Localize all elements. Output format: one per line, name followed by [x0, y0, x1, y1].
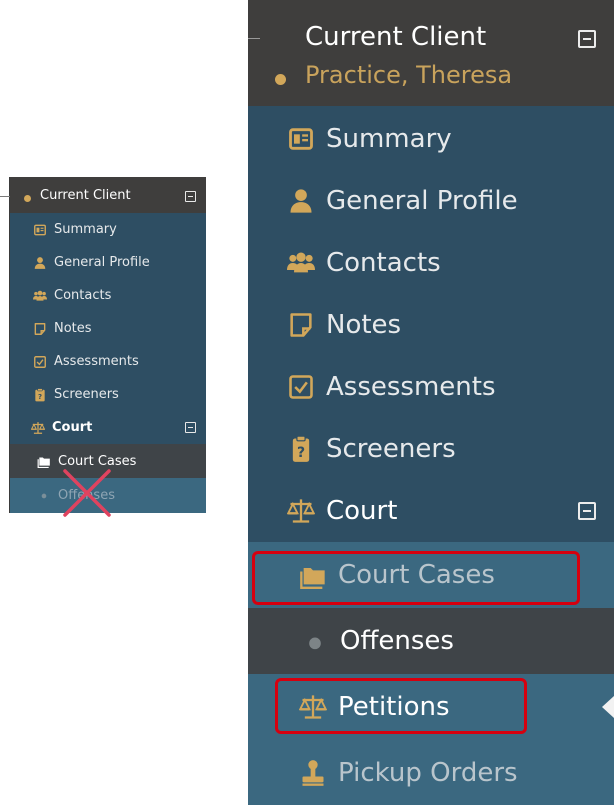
small-item-notes[interactable]: Notes [10, 312, 206, 345]
scales-icon [286, 496, 316, 526]
active-dot-icon [24, 195, 31, 202]
sidebar-item-offenses[interactable]: Offenses [248, 608, 614, 674]
active-dot-icon [275, 74, 286, 85]
person-icon [286, 186, 316, 216]
petitions-highlight [275, 678, 527, 734]
contacts-icon [286, 248, 316, 278]
item-label: Court [326, 496, 398, 526]
item-label: Assessments [54, 354, 139, 369]
thumbnail-left-border [9, 177, 10, 513]
svg-text:?: ? [38, 393, 42, 401]
note-icon [32, 321, 48, 337]
item-label: Offenses [340, 626, 454, 656]
client-name[interactable]: Practice, Theresa [305, 61, 512, 89]
cross-mark-icon [63, 469, 111, 517]
sidebar-item-general-profile[interactable]: General Profile [248, 170, 614, 232]
item-label: Notes [326, 310, 402, 340]
dot-icon [36, 488, 52, 504]
small-item-screeners[interactable]: ? Screeners [10, 378, 206, 411]
small-current-client-header[interactable]: Current Client [10, 177, 206, 213]
item-label: Assessments [326, 372, 496, 402]
sidebar-item-notes[interactable]: Notes [248, 294, 614, 356]
clipboard-icon: ? [286, 434, 316, 464]
small-sidebar-thumbnail: Current Client Summary General Profile C… [10, 177, 206, 513]
note-icon [286, 310, 316, 340]
clipboard-icon: ? [32, 387, 48, 403]
item-label: Notes [54, 321, 92, 336]
item-label: Screeners [54, 387, 119, 402]
collapse-icon[interactable] [578, 30, 596, 48]
small-item-summary[interactable]: Summary [10, 213, 206, 246]
large-sidebar: Current Client Practice, Theresa Summary… [248, 0, 614, 805]
svg-text:?: ? [297, 445, 305, 461]
contacts-icon [32, 288, 48, 304]
sidebar-item-pickup-orders[interactable]: Pickup Orders [248, 740, 614, 805]
item-label: Summary [54, 222, 117, 237]
thumbnail-connector-line [0, 196, 10, 197]
summary-icon [286, 124, 316, 154]
sidebar-item-court[interactable]: Court [248, 480, 614, 542]
item-label: Summary [326, 124, 452, 154]
small-item-court[interactable]: Court [10, 411, 206, 444]
item-label: Contacts [326, 248, 441, 278]
small-item-contacts[interactable]: Contacts [10, 279, 206, 312]
collapse-icon[interactable] [185, 191, 196, 202]
item-label: Court Cases [58, 453, 137, 469]
dot-icon [300, 626, 330, 656]
sidebar-item-assessments[interactable]: Assessments [248, 356, 614, 418]
sidebar-item-summary[interactable]: Summary [248, 108, 614, 170]
stamp-icon [298, 758, 328, 788]
item-label: Screeners [326, 434, 456, 464]
folder-icon [36, 453, 52, 469]
item-label: Court [52, 420, 93, 435]
item-label: General Profile [326, 186, 518, 216]
person-icon [32, 255, 48, 271]
small-item-general-profile[interactable]: General Profile [10, 246, 206, 279]
collapse-icon[interactable] [185, 422, 196, 433]
checkbox-icon [32, 354, 48, 370]
item-label: Pickup Orders [338, 757, 518, 788]
scales-icon [30, 420, 46, 436]
summary-icon [32, 222, 48, 238]
sidebar-item-screeners[interactable]: ? Screeners [248, 418, 614, 480]
court-cases-highlight [252, 551, 580, 605]
current-client-header[interactable]: Current Client Practice, Theresa [248, 0, 614, 106]
sidebar-item-contacts[interactable]: Contacts [248, 232, 614, 294]
item-label: Contacts [54, 288, 112, 303]
item-label: General Profile [54, 255, 150, 270]
small-item-assessments[interactable]: Assessments [10, 345, 206, 378]
header-title: Current Client [305, 22, 487, 52]
small-header-title: Current Client [40, 188, 131, 203]
collapse-caret-icon[interactable] [602, 696, 614, 718]
collapse-icon[interactable] [578, 502, 596, 520]
checkbox-icon [286, 372, 316, 402]
connector-tick [248, 38, 260, 39]
